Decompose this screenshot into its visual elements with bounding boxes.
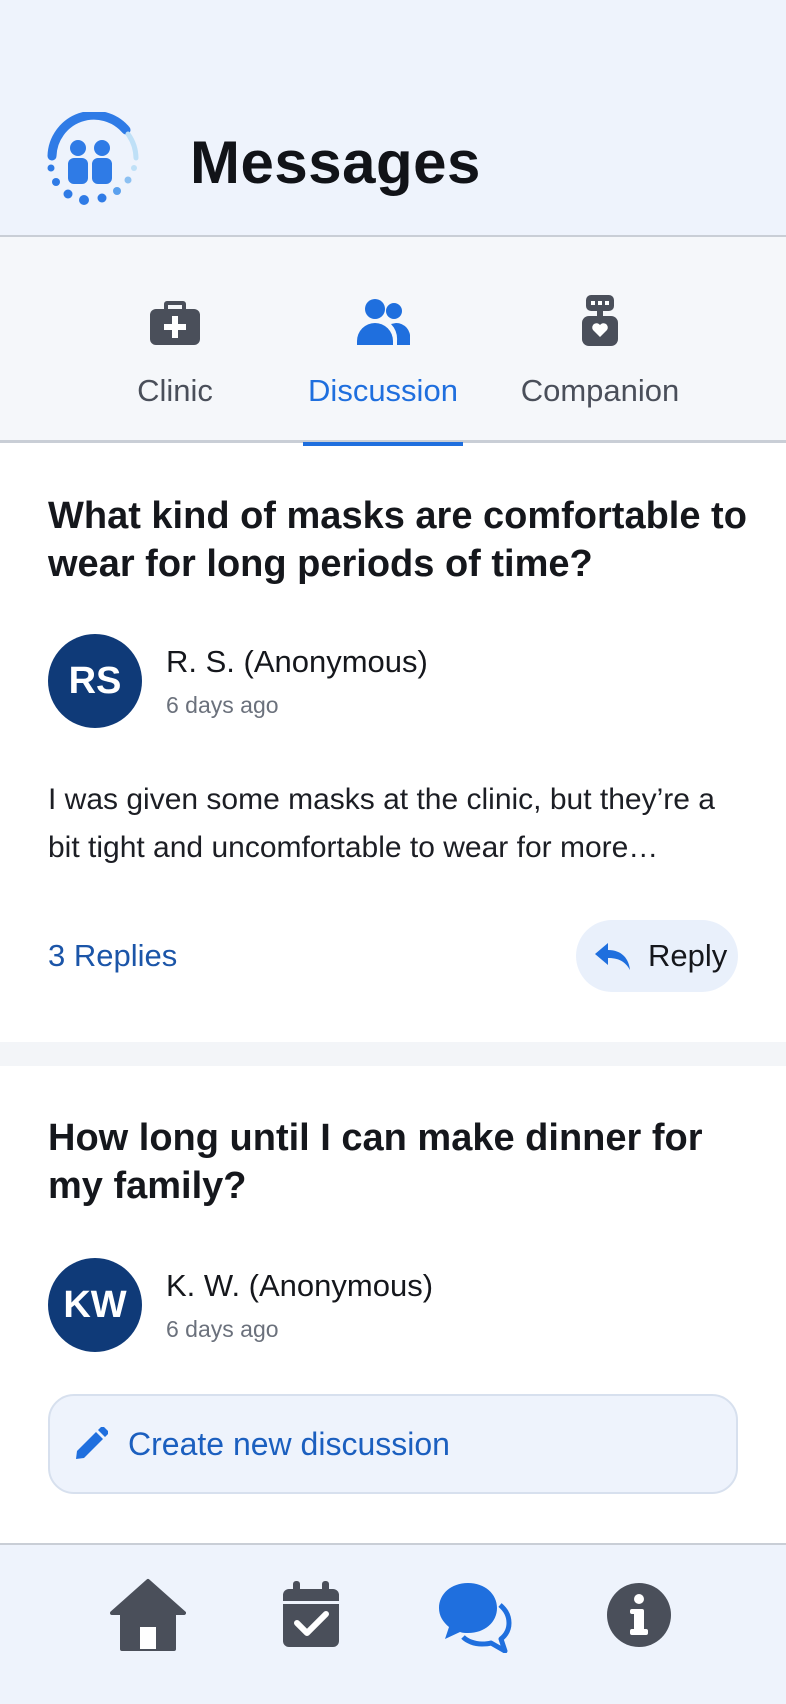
- author-name: K. W. (Anonymous): [166, 1268, 434, 1303]
- app-header: Messages: [0, 0, 786, 237]
- chat-bubbles-icon[interactable]: [436, 1577, 512, 1653]
- create-discussion-button[interactable]: Create new discussion: [48, 1394, 738, 1494]
- avatar: RS: [48, 634, 142, 728]
- home-icon[interactable]: [110, 1577, 186, 1653]
- create-discussion-label: Create new discussion: [128, 1425, 450, 1462]
- tab-bar: Clinic Discussion Companion: [0, 237, 786, 446]
- avatar: KW: [48, 1258, 142, 1352]
- tab-companion[interactable]: Companion: [515, 237, 685, 443]
- tab-discussion[interactable]: Discussion: [298, 237, 468, 446]
- replies-link[interactable]: 3 Replies: [48, 938, 177, 974]
- tab-label: Companion: [520, 373, 680, 408]
- community-logo-icon: [47, 112, 139, 205]
- reply-arrow-icon: [595, 943, 630, 970]
- reply-button[interactable]: Reply: [576, 920, 738, 992]
- medical-kit-icon: [150, 301, 200, 345]
- discussion-post[interactable]: What kind of masks are comfortable to we…: [0, 446, 786, 1042]
- post-title: How long until I can make dinner for my …: [48, 1117, 703, 1207]
- robot-heart-icon: [582, 295, 618, 346]
- author-name: R. S. (Anonymous): [166, 644, 428, 679]
- tab-label: Clinic: [137, 373, 213, 408]
- reply-label: Reply: [648, 938, 728, 973]
- post-time: 6 days ago: [166, 692, 279, 718]
- calendar-check-icon[interactable]: [273, 1577, 349, 1653]
- tab-label: Discussion: [308, 373, 458, 408]
- page-title: Messages: [190, 129, 481, 196]
- pencil-icon: [76, 1427, 108, 1459]
- people-icon: [357, 299, 410, 345]
- post-title: What kind of masks are comfortable to we…: [48, 495, 747, 585]
- info-icon[interactable]: [601, 1577, 677, 1653]
- tab-clinic[interactable]: Clinic: [90, 237, 260, 443]
- bottom-navigation: [0, 1543, 786, 1704]
- post-divider: [0, 1042, 786, 1066]
- post-time: 6 days ago: [166, 1316, 279, 1342]
- post-excerpt: I was given some masks at the clinic, bu…: [48, 783, 715, 864]
